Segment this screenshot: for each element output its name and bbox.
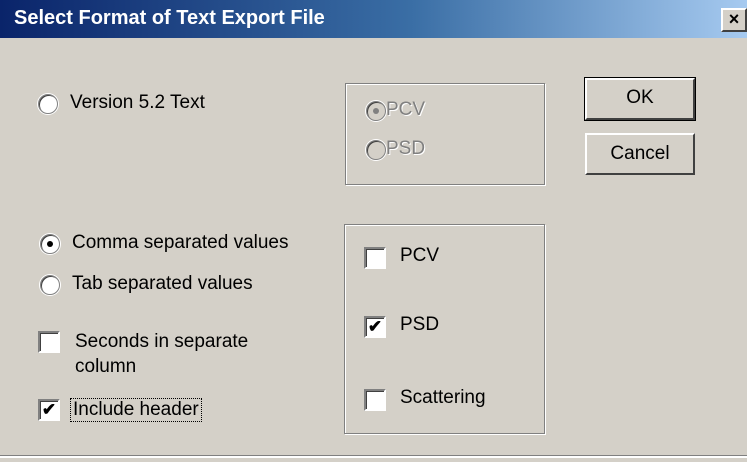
dialog-bottom-edge <box>0 455 747 458</box>
version-5-2-label: Version 5.2 Text <box>70 92 205 113</box>
comma-separated-radio[interactable] <box>40 234 60 254</box>
tab-separated-radio[interactable] <box>40 275 60 295</box>
output-pcv-label: PCV <box>400 245 440 266</box>
close-icon[interactable]: × <box>721 8 747 32</box>
seconds-separate-label-line1: Seconds in separate <box>75 331 249 352</box>
output-scattering-checkbox[interactable] <box>364 389 386 411</box>
version-pcv-label: PCV <box>386 99 426 120</box>
output-psd-label: PSD <box>400 314 440 335</box>
ok-button[interactable]: OK <box>584 77 696 121</box>
output-psd-checkbox[interactable]: ✔ <box>364 316 386 338</box>
include-header-label: Include header <box>70 398 202 422</box>
version-psd-radio[interactable] <box>366 140 386 160</box>
tab-separated-label: Tab separated values <box>72 273 253 294</box>
version-psd-label: PSD <box>386 138 426 159</box>
title-bar[interactable]: Select Format of Text Export File × <box>0 0 747 38</box>
window-title: Select Format of Text Export File <box>14 7 325 29</box>
comma-separated-label: Comma separated values <box>72 232 289 253</box>
include-header-checkbox[interactable]: ✔ <box>38 399 60 421</box>
seconds-separate-checkbox[interactable] <box>38 331 60 353</box>
version-format-group <box>345 83 545 185</box>
radio-selected-dot <box>47 241 53 247</box>
output-pcv-checkbox[interactable] <box>364 247 386 269</box>
radio-selected-dot <box>373 108 379 114</box>
output-scattering-label: Scattering <box>400 387 486 408</box>
cancel-button[interactable]: Cancel <box>585 133 695 175</box>
seconds-separate-label-line2: column <box>75 356 137 377</box>
version-pcv-radio[interactable] <box>366 101 386 121</box>
version-5-2-radio[interactable] <box>38 94 58 114</box>
